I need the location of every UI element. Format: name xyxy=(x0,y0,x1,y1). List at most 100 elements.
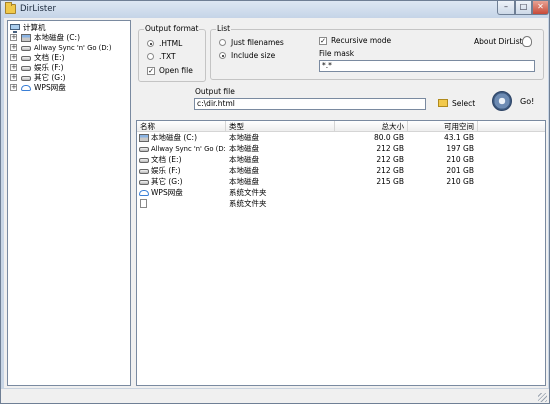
column-header-free-space[interactable]: 可用空间 xyxy=(408,121,478,132)
output-file-label: Output file xyxy=(195,87,235,96)
list-row[interactable]: 其它 (G:) 本地磁盘 215 GB 210 GB xyxy=(137,177,545,187)
drive-icon xyxy=(21,56,31,61)
computer-icon xyxy=(10,24,20,33)
tree-item-drive-g[interactable]: + 其它 (G:) xyxy=(10,73,128,83)
cell-name: Allway Sync 'n' Go (D:) xyxy=(139,144,226,154)
html-radio-label: .HTML xyxy=(159,39,183,48)
system-drive-icon xyxy=(139,134,149,142)
cell-name: WPS网盘 xyxy=(139,188,226,198)
list-row[interactable]: 文档 (E:) 本地磁盘 212 GB 210 GB xyxy=(137,155,545,165)
row-type: 本地磁盘 xyxy=(229,177,259,186)
minimize-button[interactable]: – xyxy=(497,1,515,15)
row-type: 系统文件夹 xyxy=(229,199,267,208)
include-size-option[interactable]: Include size xyxy=(219,51,304,61)
list-row[interactable]: 系统文件夹 xyxy=(137,199,545,209)
resize-grip-icon[interactable] xyxy=(538,393,547,402)
tree-item-label: 文档 (E:) xyxy=(34,53,65,62)
tree-item-label: 其它 (G:) xyxy=(34,73,66,82)
drive-icon xyxy=(21,76,31,81)
cloud-icon xyxy=(21,85,31,91)
expand-icon[interactable]: + xyxy=(10,84,17,91)
folder-tree[interactable]: 计算机 + 本地磁盘 (C:) + Allway Sync 'n' Go (D:… xyxy=(7,20,131,386)
output-format-title: Output format xyxy=(144,24,200,34)
cell-name: 其它 (G:) xyxy=(139,177,226,187)
tree-item-drive-f[interactable]: + 娱乐 (F:) xyxy=(10,63,128,73)
include-size-label: Include size xyxy=(231,51,276,60)
recursive-mode-option[interactable]: ✓ Recursive mode xyxy=(319,36,399,46)
tree-item-computer[interactable]: 计算机 xyxy=(10,23,120,33)
row-free-space: 43.1 GB xyxy=(443,133,474,142)
folder-icon xyxy=(438,99,448,107)
row-free-space: 210 GB xyxy=(446,177,474,186)
cloud-icon xyxy=(139,190,149,196)
file-icon xyxy=(140,199,147,208)
row-total-size: 212 GB xyxy=(376,144,404,153)
row-type: 本地磁盘 xyxy=(229,144,259,153)
tree-item-label: Allway Sync 'n' Go (D:) xyxy=(34,44,112,52)
row-total-size: 212 GB xyxy=(376,166,404,175)
tree-item-drive-e[interactable]: + 文档 (E:) xyxy=(10,53,128,63)
client-area: 计算机 + 本地磁盘 (C:) + Allway Sync 'n' Go (D:… xyxy=(4,18,548,388)
status-bar xyxy=(1,388,549,403)
window-title: DirLister xyxy=(20,4,56,14)
mouse-icon[interactable] xyxy=(522,36,532,47)
select-button-label: Select xyxy=(452,99,476,108)
cell-name: 文档 (E:) xyxy=(139,155,226,165)
cell-name: 娱乐 (F:) xyxy=(139,166,226,176)
list-row[interactable]: 本地磁盘 (C:) 本地磁盘 80.0 GB 43.1 GB xyxy=(137,133,545,143)
drive-list[interactable]: 名称 类型 总大小 可用空间 本地磁盘 (C:) 本地磁盘 80.0 GB 43… xyxy=(136,120,546,386)
folder-app-icon xyxy=(5,2,16,14)
row-type: 本地磁盘 xyxy=(229,155,259,164)
column-header-type[interactable]: 类型 xyxy=(226,121,335,132)
txt-radio-option[interactable]: .TXT xyxy=(147,52,197,62)
txt-radio[interactable] xyxy=(147,53,154,60)
row-total-size: 215 GB xyxy=(376,177,404,186)
just-filenames-option[interactable]: Just filenames xyxy=(219,38,304,48)
html-radio-option[interactable]: .HTML xyxy=(147,39,197,49)
file-mask-label: File mask xyxy=(319,49,355,58)
row-name: 本地磁盘 (C:) xyxy=(151,133,197,142)
maximize-button[interactable]: □ xyxy=(515,1,532,15)
file-mask-input[interactable]: *.* xyxy=(319,60,535,72)
expand-icon[interactable]: + xyxy=(10,44,17,51)
recursive-mode-label: Recursive mode xyxy=(331,36,392,45)
tree-item-label: 计算机 xyxy=(23,23,46,32)
include-size-radio[interactable] xyxy=(219,52,226,59)
drive-icon xyxy=(21,46,31,51)
close-button[interactable]: ✕ xyxy=(532,1,549,15)
go-button[interactable]: Go! xyxy=(492,91,536,113)
row-name: Allway Sync 'n' Go (D:) xyxy=(151,145,226,153)
row-type: 本地磁盘 xyxy=(229,166,259,175)
drive-icon xyxy=(139,169,149,174)
app-window: DirLister – □ ✕ 计算机 + 本地磁盘 (C:) + Allway… xyxy=(0,0,550,404)
expand-icon[interactable]: + xyxy=(10,54,17,61)
title-bar[interactable]: DirLister – □ ✕ xyxy=(1,1,549,18)
open-file-option[interactable]: ✓ Open file xyxy=(147,66,202,76)
list-row[interactable]: Allway Sync 'n' Go (D:) 本地磁盘 212 GB 197 … xyxy=(137,144,545,154)
just-filenames-radio[interactable] xyxy=(219,39,226,46)
column-header-name[interactable]: 名称 xyxy=(137,121,226,132)
list-row[interactable]: WPS网盘 系统文件夹 xyxy=(137,188,545,198)
tree-item-label: WPS网盘 xyxy=(34,83,66,92)
html-radio[interactable] xyxy=(147,40,154,47)
expand-icon[interactable]: + xyxy=(10,34,17,41)
row-name: WPS网盘 xyxy=(151,188,183,197)
tree-item-drive-d[interactable]: + Allway Sync 'n' Go (D:) xyxy=(10,43,128,53)
row-total-size: 80.0 GB xyxy=(373,133,404,142)
tree-item-wps-cloud[interactable]: + WPS网盘 xyxy=(10,83,128,93)
go-button-label: Go! xyxy=(520,97,535,106)
tree-item-label: 本地磁盘 (C:) xyxy=(34,33,80,42)
expand-icon[interactable]: + xyxy=(10,64,17,71)
list-row[interactable]: 娱乐 (F:) 本地磁盘 212 GB 201 GB xyxy=(137,166,545,176)
open-file-label: Open file xyxy=(159,66,193,75)
column-header-total-size[interactable]: 总大小 xyxy=(335,121,408,132)
recursive-mode-checkbox[interactable]: ✓ xyxy=(319,37,327,45)
tree-item-drive-c[interactable]: + 本地磁盘 (C:) xyxy=(10,33,128,43)
open-file-checkbox[interactable]: ✓ xyxy=(147,67,155,75)
output-file-input[interactable]: c:\dir.html xyxy=(194,98,426,110)
row-free-space: 201 GB xyxy=(446,166,474,175)
txt-radio-label: .TXT xyxy=(159,52,176,61)
select-button[interactable]: Select xyxy=(438,98,478,111)
cell-name xyxy=(139,199,226,209)
expand-icon[interactable]: + xyxy=(10,74,17,81)
